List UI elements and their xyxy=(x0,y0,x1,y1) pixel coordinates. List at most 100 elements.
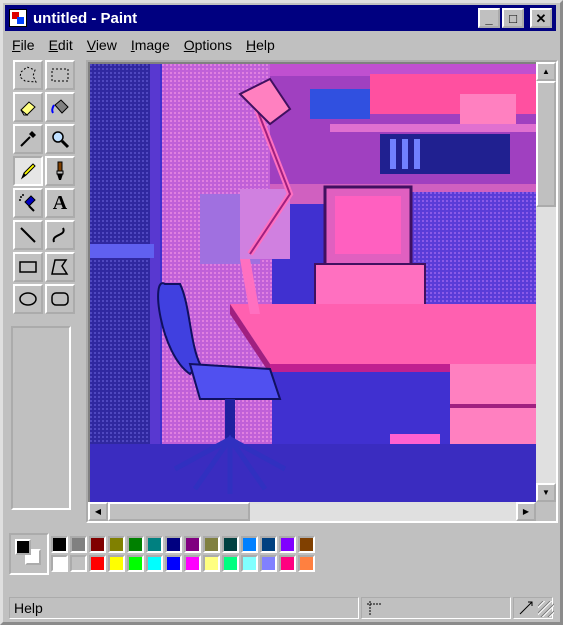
tool-eraser[interactable] xyxy=(13,92,43,122)
palette-swatch[interactable] xyxy=(89,536,106,553)
line-icon xyxy=(20,227,36,243)
palette-swatch[interactable] xyxy=(146,555,163,572)
horizontal-scrollbar[interactable]: ◀ ▶ xyxy=(88,502,536,521)
rectangle-icon xyxy=(19,261,37,273)
palette-swatch[interactable] xyxy=(51,536,68,553)
palette-swatch[interactable] xyxy=(203,536,220,553)
resize-grip-icon[interactable] xyxy=(538,601,554,617)
status-bar: Help xyxy=(5,595,556,619)
palette-swatch[interactable] xyxy=(51,555,68,572)
menu-options[interactable]: Options xyxy=(177,37,239,53)
text-icon: A xyxy=(52,191,68,214)
scroll-right-button[interactable]: ▶ xyxy=(516,502,536,521)
palette-swatch[interactable] xyxy=(222,555,239,572)
palette-swatch[interactable] xyxy=(146,536,163,553)
maximize-icon: □ xyxy=(509,10,517,26)
horizontal-scroll-thumb[interactable] xyxy=(108,502,250,521)
paint-bucket-icon xyxy=(51,99,69,114)
palette-swatch[interactable] xyxy=(70,555,87,572)
minimize-icon: _ xyxy=(485,10,493,26)
menu-image[interactable]: Image xyxy=(124,37,177,53)
palette-swatch[interactable] xyxy=(260,536,277,553)
cursor-position-icon xyxy=(367,601,381,615)
tool-polygon[interactable] xyxy=(45,252,75,282)
tool-rounded-rectangle[interactable] xyxy=(45,284,75,314)
palette-swatch[interactable] xyxy=(127,555,144,572)
eyedropper-icon xyxy=(20,131,36,147)
tool-free-form-select[interactable] xyxy=(13,60,43,90)
minimize-button[interactable]: _ xyxy=(478,8,500,28)
arrow-up-icon: ▲ xyxy=(542,67,550,76)
color-palette xyxy=(9,533,557,583)
palette-swatch[interactable] xyxy=(165,555,182,572)
scroll-up-button[interactable]: ▲ xyxy=(536,62,556,81)
palette-swatch[interactable] xyxy=(279,536,296,553)
palette-swatch[interactable] xyxy=(222,536,239,553)
pencil-icon xyxy=(20,163,36,180)
canvas-area: ▲ ▼ ◀ ▶ xyxy=(86,60,558,523)
paint-window: untitled - Paint _ □ ✕ File Edit View Im… xyxy=(0,0,563,625)
tool-brush[interactable] xyxy=(45,156,75,186)
palette-swatch[interactable] xyxy=(241,555,258,572)
tool-text[interactable]: A xyxy=(45,188,75,218)
close-button[interactable]: ✕ xyxy=(530,8,552,28)
arrow-right-icon: ▶ xyxy=(522,507,530,516)
palette-swatch[interactable] xyxy=(203,555,220,572)
palette-swatch[interactable] xyxy=(108,536,125,553)
tool-ellipse[interactable] xyxy=(13,284,43,314)
tool-magnifier[interactable] xyxy=(45,124,75,154)
canvas-image xyxy=(90,64,536,504)
palette-swatch[interactable] xyxy=(70,536,87,553)
tool-curve[interactable] xyxy=(45,220,75,250)
palette-swatch[interactable] xyxy=(260,555,277,572)
window-title: untitled - Paint xyxy=(33,9,138,27)
menu-help[interactable]: Help xyxy=(239,37,282,53)
menu-view[interactable]: View xyxy=(80,37,124,53)
palette-swatch[interactable] xyxy=(127,536,144,553)
maximize-button[interactable]: □ xyxy=(502,8,524,28)
vertical-scrollbar[interactable]: ▲ ▼ xyxy=(536,62,556,502)
scroll-left-button[interactable]: ◀ xyxy=(88,502,108,521)
tool-select[interactable] xyxy=(45,60,75,90)
arrow-left-icon: ◀ xyxy=(94,507,102,516)
scroll-corner xyxy=(536,502,556,521)
palette-swatch[interactable] xyxy=(184,536,201,553)
menu-file[interactable]: File xyxy=(5,37,42,53)
tool-rectangle[interactable] xyxy=(13,252,43,282)
scroll-down-button[interactable]: ▼ xyxy=(536,483,556,502)
palette-swatch[interactable] xyxy=(298,555,315,572)
foreground-color xyxy=(15,539,31,555)
current-colors[interactable] xyxy=(9,533,49,575)
tool-airbrush[interactable] xyxy=(13,188,43,218)
menu-edit[interactable]: Edit xyxy=(42,37,80,53)
vertical-scroll-thumb[interactable] xyxy=(536,81,556,207)
drawing-canvas[interactable] xyxy=(90,64,536,504)
airbrush-icon xyxy=(19,194,36,212)
select-icon xyxy=(51,68,69,82)
palette-swatch[interactable] xyxy=(241,536,258,553)
tool-pick-color[interactable] xyxy=(13,124,43,154)
palette-swatch[interactable] xyxy=(279,555,296,572)
brush-icon xyxy=(56,161,64,180)
paint-app-icon[interactable] xyxy=(9,9,27,27)
palette-swatch[interactable] xyxy=(165,536,182,553)
eraser-icon xyxy=(20,101,36,116)
title-bar[interactable]: untitled - Paint _ □ ✕ xyxy=(5,5,556,31)
palette-swatch[interactable] xyxy=(298,536,315,553)
rounded-rectangle-icon xyxy=(51,292,69,306)
tool-options-box[interactable] xyxy=(11,326,71,510)
free-form-select-icon xyxy=(19,66,37,83)
magnifier-icon xyxy=(52,131,70,149)
close-icon: ✕ xyxy=(535,10,547,26)
tool-fill-with-color[interactable] xyxy=(45,92,75,122)
curve-icon xyxy=(52,227,65,243)
palette-swatch[interactable] xyxy=(184,555,201,572)
palette-swatch[interactable] xyxy=(108,555,125,572)
tool-pencil[interactable] xyxy=(13,156,43,186)
status-position xyxy=(361,597,511,619)
ellipse-icon xyxy=(19,292,37,306)
status-text: Help xyxy=(9,597,359,619)
tool-line[interactable] xyxy=(13,220,43,250)
palette-swatch[interactable] xyxy=(89,555,106,572)
selection-size-icon xyxy=(519,601,533,615)
